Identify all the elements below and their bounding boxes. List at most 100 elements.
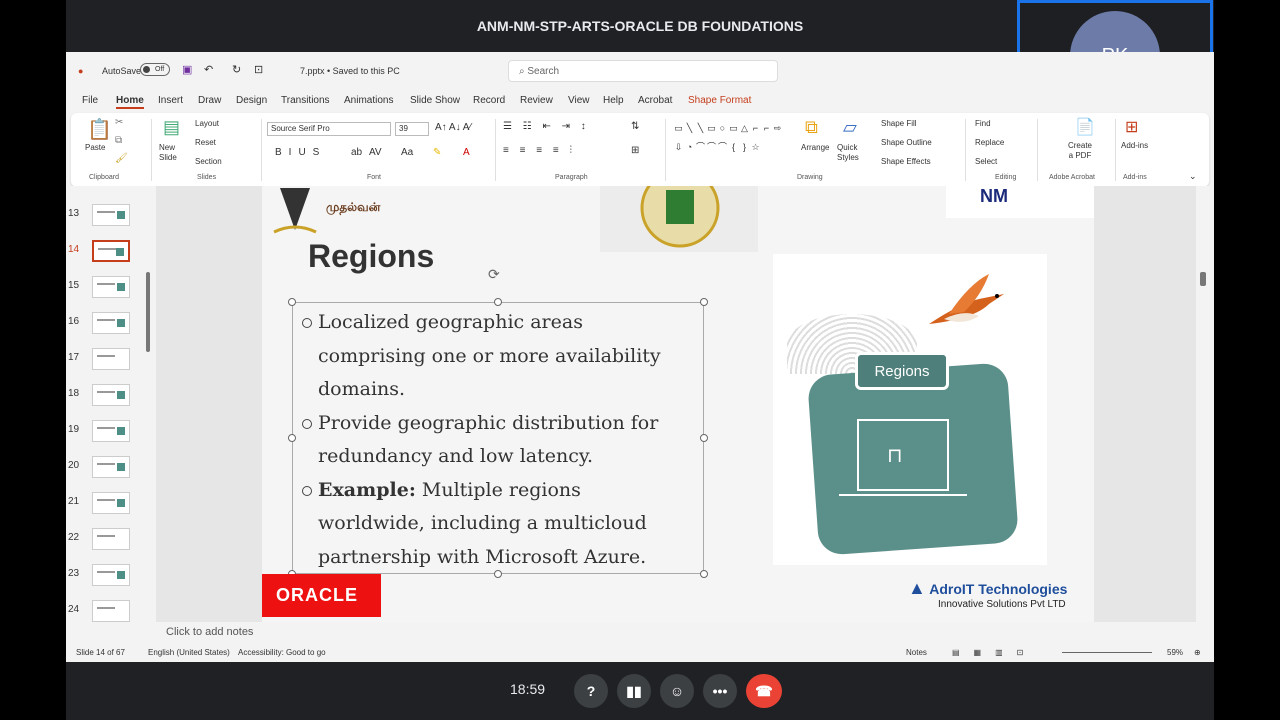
shape-fill-button[interactable]: Shape Fill <box>881 119 917 128</box>
change-case-icon[interactable]: Aa <box>401 147 413 158</box>
thumbnail-13[interactable]: 13 <box>66 204 156 228</box>
font-format-buttons[interactable]: BIUS <box>275 147 326 158</box>
bullet-item[interactable]: Localized geographic areas comprising on… <box>302 306 692 407</box>
fit-slide-icon[interactable]: ⊕ <box>1194 648 1201 657</box>
create-pdf-button[interactable]: Create a PDF <box>1065 141 1095 161</box>
layout-button[interactable]: Layout <box>195 119 219 128</box>
regions-illustration[interactable]: Regions ⊓ <box>773 254 1047 565</box>
thumbnail-15[interactable]: 15 <box>66 276 156 300</box>
new-slide-icon[interactable]: ▤ <box>163 117 180 138</box>
scroll-thumb[interactable] <box>1200 272 1206 286</box>
resize-handle[interactable] <box>288 434 296 442</box>
accessibility-status[interactable]: Accessibility: Good to go <box>238 648 326 657</box>
autosave-toggle[interactable]: Off <box>140 63 170 76</box>
undo-icon[interactable]: ↶ <box>204 63 213 76</box>
reset-button[interactable]: Reset <box>195 138 216 147</box>
thumbnail-17[interactable]: 17 <box>66 348 156 372</box>
tab-insert[interactable]: Insert <box>158 95 183 106</box>
resize-handle[interactable] <box>700 298 708 306</box>
bullet-list[interactable]: Localized geographic areas comprising on… <box>302 306 692 574</box>
tab-help[interactable]: Help <box>603 95 624 106</box>
end-call-button[interactable]: ☎ <box>746 674 782 708</box>
view-buttons[interactable]: ▤▦▥⊡ <box>952 648 1037 657</box>
tab-shape-format[interactable]: Shape Format <box>688 95 751 106</box>
thumbnail-scrollbar[interactable] <box>146 272 150 352</box>
editor-scrollbar[interactable] <box>1196 186 1214 622</box>
new-slide-button[interactable]: New Slide <box>159 143 189 163</box>
people-icon[interactable]: ☺ <box>660 674 694 708</box>
add-ins-button[interactable]: Add-ins <box>1121 141 1148 150</box>
replace-button[interactable]: Replace <box>975 138 1004 147</box>
poll-icon[interactable]: ▮▮ <box>617 674 651 708</box>
tab-animations[interactable]: Animations <box>344 95 393 106</box>
collapse-ribbon-icon[interactable]: ⌄ <box>1189 171 1197 182</box>
resize-handle[interactable] <box>700 434 708 442</box>
find-button[interactable]: Find <box>975 119 991 128</box>
section-button[interactable]: Section <box>195 157 222 166</box>
list-buttons[interactable]: ☰ ☷ ⇤ ⇥ ↕ <box>503 121 590 132</box>
tab-transitions[interactable]: Transitions <box>281 95 330 106</box>
highlight-icon[interactable]: ✎ <box>433 147 441 158</box>
strikethrough-icon[interactable]: ab <box>351 147 362 158</box>
paste-icon[interactable]: 📋 <box>87 117 112 142</box>
resize-handle[interactable] <box>288 298 296 306</box>
tab-slide-show[interactable]: Slide Show <box>410 95 460 106</box>
thumbnail-20[interactable]: 20 <box>66 456 156 480</box>
tab-draw[interactable]: Draw <box>198 95 221 106</box>
copy-icon[interactable]: ⧉ <box>115 135 122 146</box>
align-buttons[interactable]: ≡ ≡ ≡ ≡ ⫶ <box>503 145 576 156</box>
font-size-select[interactable]: 39 <box>395 122 429 136</box>
tab-acrobat[interactable]: Acrobat <box>638 95 672 106</box>
resize-handle[interactable] <box>494 298 502 306</box>
tab-file[interactable]: File <box>82 95 98 106</box>
bullet-item[interactable]: Provide geographic distribution for redu… <box>302 407 692 474</box>
quick-styles-icon[interactable]: ▱ <box>843 117 857 138</box>
thumbnail-24[interactable]: 24 <box>66 600 156 624</box>
thumbnail-18[interactable]: 18 <box>66 384 156 408</box>
language[interactable]: English (United States) <box>148 648 230 657</box>
pdf-icon[interactable]: 📄 <box>1075 117 1095 137</box>
thumbnail-19[interactable]: 19 <box>66 420 156 444</box>
bullet-item[interactable]: Example: Multiple regions worldwide, inc… <box>302 474 692 575</box>
thumbnail-21[interactable]: 21 <box>66 492 156 516</box>
text-direction-icon[interactable]: ⇅ <box>631 121 639 132</box>
grow-font-icon[interactable]: A↑ A↓ A⁄ <box>435 122 471 133</box>
present-icon[interactable]: ⊡ <box>254 63 263 76</box>
tab-record[interactable]: Record <box>473 95 505 106</box>
shapes-gallery[interactable]: ▭ ╲ ╲ ▭ ○ ▭ △ ⌐ ⌐ ⇨⇩ ◔ ⌒ ⌒ ⌒{} ☆ <box>673 119 783 157</box>
save-icon[interactable]: ▣ <box>182 63 192 76</box>
tab-review[interactable]: Review <box>520 95 553 106</box>
paste-button[interactable]: Paste <box>85 143 105 152</box>
more-options-icon[interactable]: ••• <box>703 674 737 708</box>
char-spacing-icon[interactable]: AV <box>369 147 382 158</box>
notes-pane[interactable]: Click to add notes <box>156 622 1206 644</box>
zoom-slider[interactable] <box>1062 652 1152 653</box>
thumbnail-16[interactable]: 16 <box>66 312 156 336</box>
help-icon[interactable]: ? <box>574 674 608 708</box>
thumbnail-23[interactable]: 23 <box>66 564 156 588</box>
file-status[interactable]: 7.pptx • Saved to this PC <box>300 66 400 76</box>
select-button[interactable]: Select <box>975 157 997 166</box>
smartart-icon[interactable]: ⊞ <box>631 145 639 156</box>
font-name-select[interactable]: Source Serif Pro <box>267 122 391 136</box>
thumbnail-22[interactable]: 22 <box>66 528 156 552</box>
notes-button[interactable]: Notes <box>906 648 927 657</box>
shape-outline-button[interactable]: Shape Outline <box>881 138 932 147</box>
rotate-handle-icon[interactable]: ⟳ <box>488 266 500 283</box>
font-color-icon[interactable]: A <box>463 147 470 158</box>
format-painter-icon[interactable]: 🖌 <box>115 153 128 164</box>
tab-view[interactable]: View <box>568 95 590 106</box>
redo-icon[interactable]: ↻ <box>232 63 241 76</box>
tab-design[interactable]: Design <box>236 95 267 106</box>
slide-canvas[interactable]: முதல்வன் NM Regions ⟳ Localized geograph… <box>262 186 1094 622</box>
tab-home[interactable]: Home <box>116 95 144 109</box>
arrange-icon[interactable]: ⧉ <box>805 117 818 138</box>
cut-icon[interactable]: ✂ <box>115 117 123 128</box>
slide-title[interactable]: Regions <box>308 238 434 275</box>
add-ins-icon[interactable]: ⊞ <box>1125 117 1138 137</box>
resize-handle[interactable] <box>700 570 708 578</box>
zoom-level[interactable]: 59% <box>1167 648 1183 657</box>
quick-styles-button[interactable]: Quick Styles <box>837 143 867 163</box>
shape-effects-button[interactable]: Shape Effects <box>881 157 931 166</box>
arrange-button[interactable]: Arrange <box>801 143 829 152</box>
